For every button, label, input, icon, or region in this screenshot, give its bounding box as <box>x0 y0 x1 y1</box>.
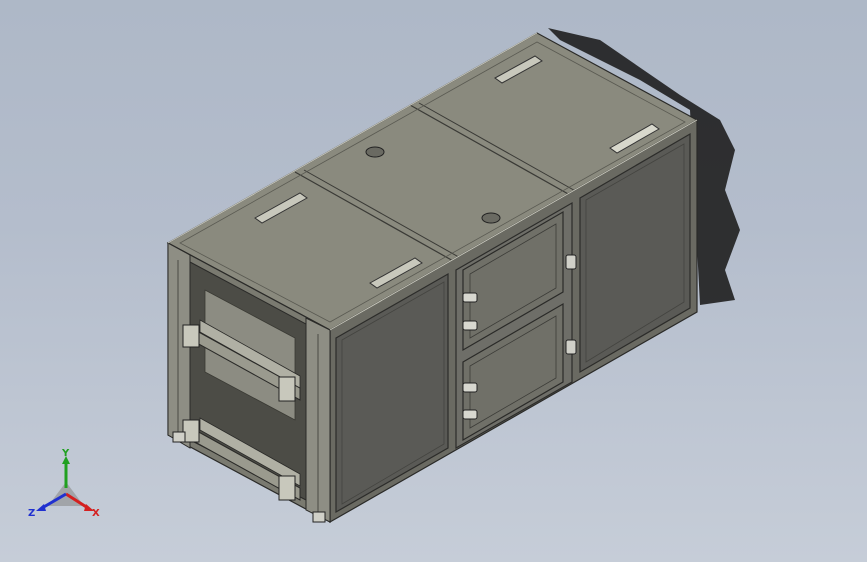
latch-icon[interactable] <box>462 409 478 420</box>
top-hole-1 <box>365 146 385 158</box>
latch-icon[interactable] <box>462 382 478 393</box>
hinge-icon <box>565 254 577 270</box>
latch-icon[interactable] <box>462 292 478 303</box>
graphics-viewport[interactable]: Y X Z <box>0 0 867 562</box>
bracket <box>182 324 200 348</box>
y-axis-label: Y <box>61 448 70 459</box>
foot <box>172 431 186 443</box>
foot <box>312 511 326 523</box>
bracket <box>278 376 296 402</box>
enclosure-3d-model[interactable] <box>0 0 867 562</box>
latch-icon[interactable] <box>462 320 478 331</box>
hinge-icon <box>565 339 577 355</box>
bracket <box>278 475 296 501</box>
top-hole-2 <box>481 212 501 224</box>
z-axis-label: Z <box>28 508 35 519</box>
x-axis-label: X <box>92 508 100 519</box>
orientation-triad[interactable]: Y X Z <box>26 448 106 524</box>
